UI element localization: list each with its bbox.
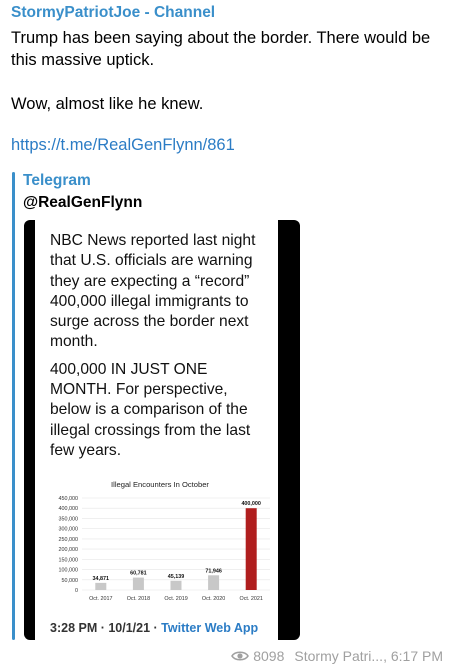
x-tick-label: Oct. 2017 <box>89 596 112 602</box>
tweet-via-link[interactable]: Twitter Web App <box>161 621 258 635</box>
chart-bar <box>170 580 182 590</box>
author-time: Stormy Patri..., 6:17 PM <box>294 648 443 664</box>
x-tick-label: Oct. 2020 <box>202 596 225 602</box>
bar-value-label: 400,000 <box>241 501 261 507</box>
message-text: Trump has been saying about the border. … <box>11 27 443 115</box>
chart-y-ticks: 0 50,000 100,000 150,000 200,000 250,000 300,0… <box>59 496 79 594</box>
y-tick-label: 300,000 <box>59 527 79 533</box>
chart-bar <box>208 575 220 590</box>
tweet-paragraph-1: NBC News reported last night that U.S. o… <box>50 232 256 351</box>
y-tick-label: 400,000 <box>59 506 79 512</box>
preview-site-name[interactable]: Telegram <box>23 172 91 190</box>
bar-value-label: 60,781 <box>130 571 147 577</box>
x-tick-label: Oct. 2021 <box>240 596 263 602</box>
y-tick-label: 0 <box>75 588 78 594</box>
x-tick-label: Oct. 2019 <box>164 596 187 602</box>
chart-title: Illegal Encounters In October <box>111 480 209 489</box>
bar-value-label: 34,871 <box>93 576 110 582</box>
y-tick-label: 350,000 <box>59 516 79 522</box>
chart-bar <box>95 582 107 590</box>
encounters-chart: Illegal Encounters In October 0 50,000 100… <box>59 480 270 602</box>
y-tick-label: 50,000 <box>62 578 79 584</box>
channel-name[interactable]: StormyPatriotJoe - Channel <box>11 4 215 22</box>
x-tick-label: Oct. 2018 <box>127 596 150 602</box>
tweet-meta: 3:28 PM · 10/1/21 · Twitter Web App <box>50 621 258 635</box>
message-line-1: Trump has been saying about the border. … <box>11 29 431 69</box>
tweet-paragraph-2: 400,000 IN JUST ONE MONTH. For perspecti… <box>50 360 251 459</box>
preview-accent-bar <box>12 172 15 640</box>
y-tick-label: 150,000 <box>59 557 79 563</box>
bar-value-label: 71,946 <box>205 568 222 574</box>
message-footer: 8098 Stormy Patri..., 6:17 PM <box>231 648 443 664</box>
chart-x-ticks: Oct. 2017 Oct. 2018 Oct. 2019 Oct. 2020 Oct.… <box>89 596 263 602</box>
y-tick-label: 250,000 <box>59 537 79 543</box>
tweet-text: NBC News reported last night that U.S. o… <box>50 231 272 468</box>
eye-icon <box>231 651 250 661</box>
bar-value-label: 45,139 <box>168 574 185 580</box>
y-tick-label: 450,000 <box>59 496 79 502</box>
y-tick-label: 200,000 <box>59 547 79 553</box>
tweet-time: 3:28 PM · 10/1/21 · <box>50 621 162 635</box>
message-link[interactable]: https://t.me/RealGenFlynn/861 <box>11 136 235 155</box>
y-tick-label: 100,000 <box>59 568 79 574</box>
chart-bar <box>132 577 144 590</box>
chart-bar <box>245 508 257 590</box>
message-line-2: Wow, almost like he knew. <box>11 95 204 113</box>
view-count: 8098 <box>253 648 285 664</box>
preview-title: @RealGenFlynn <box>23 194 143 211</box>
